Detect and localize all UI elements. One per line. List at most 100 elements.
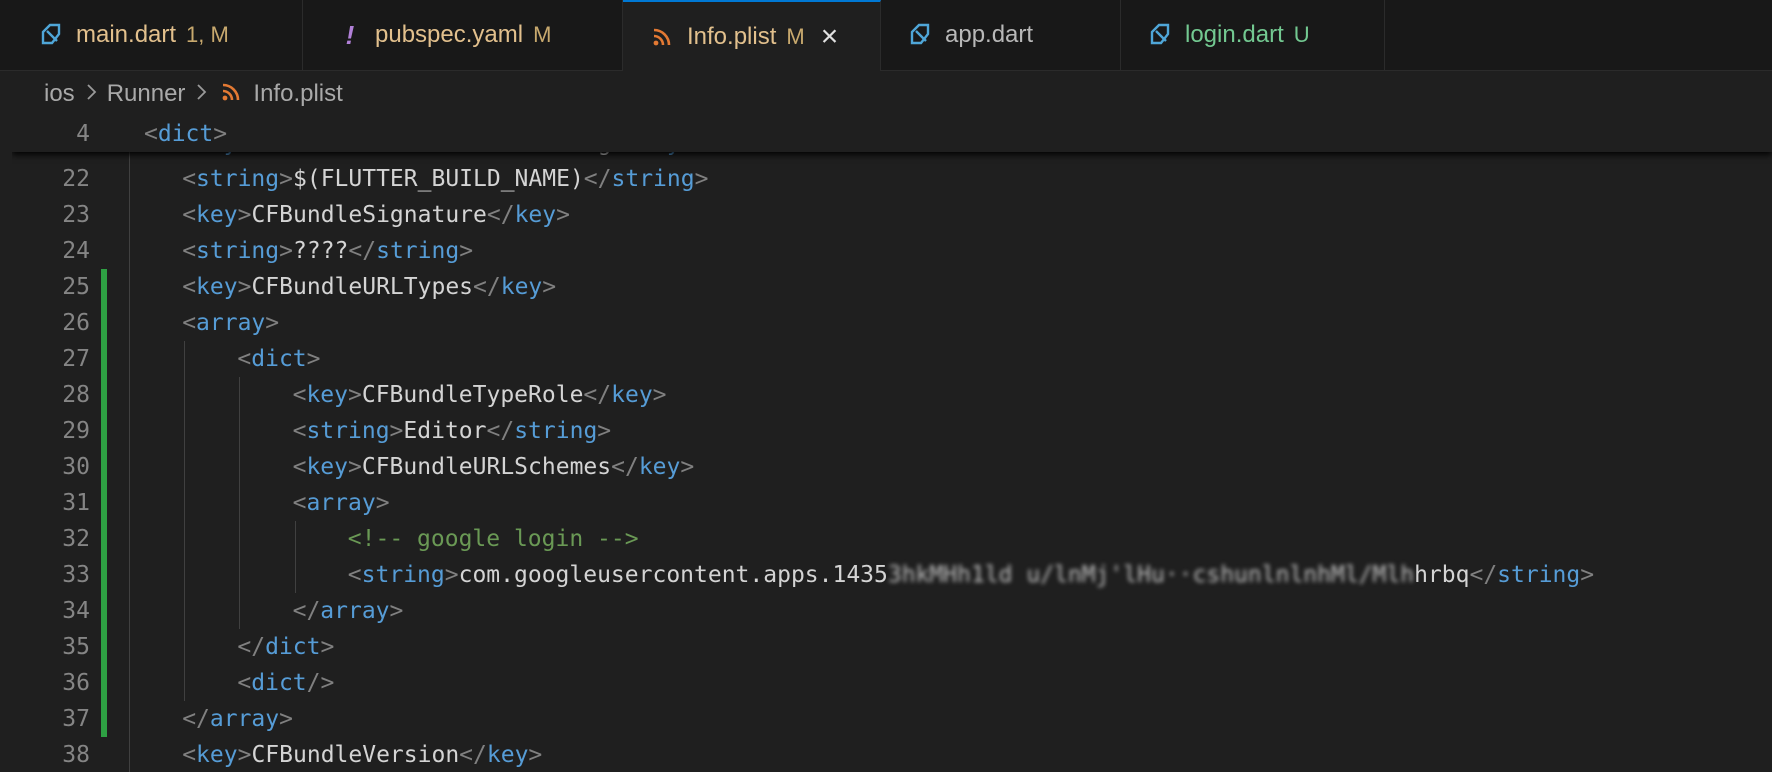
code-token: key [306,382,348,408]
code-line: <dict> [144,121,228,147]
close-icon[interactable]: × [821,21,839,52]
git-modified-indicator[interactable] [101,413,107,449]
tab-main-dart[interactable]: main.dart 1, M [12,0,303,70]
indent-guide [239,557,241,593]
code-token: < [292,490,307,516]
code-token: array [196,310,266,336]
code-token: key [486,742,529,768]
code-token: </ [583,166,612,192]
code-token: array [306,490,376,516]
code-line[interactable]: 33 <string>com.googleusercontent.apps.143… [12,557,1772,593]
tab-app-dart[interactable]: app.dart [881,0,1121,70]
tab-label: Info.plist [687,22,777,50]
git-modified-indicator[interactable] [101,665,107,701]
code-line[interactable]: 22 <string>$(FLUTTER_BUILD_NAME)</string> [12,161,1772,197]
code-token: > [237,274,252,300]
code-token: > [348,454,362,480]
git-modified-indicator[interactable] [101,269,107,305]
code-token: > [237,202,252,228]
rss-icon [649,24,675,50]
indent-guide [184,377,186,413]
code-text: </dict> [237,629,334,665]
code-token: key [196,742,238,768]
chevron-right-icon [85,81,97,107]
code-token: > [1580,562,1595,588]
breadcrumb: ios Runner Info.plist [12,72,1772,116]
indent-guide [294,521,296,557]
code-line[interactable]: 38 <key>CFBundleVersion</key> [12,737,1772,772]
code-token: > [459,238,474,264]
git-modified-indicator[interactable] [101,629,107,665]
code-line[interactable]: 27 <dict> [12,341,1772,377]
git-modified-indicator[interactable] [101,305,107,341]
code-token: key [500,274,543,300]
git-modified-indicator[interactable] [101,341,107,377]
indent-guide [184,485,186,521]
editor-tab-bar: main.dart 1, M ! pubspec.yaml M Info.pli… [0,0,1772,71]
git-modified-indicator[interactable] [101,485,107,521]
code-line[interactable]: 31 <array> [12,485,1772,521]
git-modified-indicator[interactable] [101,557,107,593]
tab-pubspec-yaml[interactable]: ! pubspec.yaml M [303,0,623,70]
breadcrumb-item-ios[interactable]: ios [44,80,75,108]
breadcrumb-item-runner[interactable]: Runner [107,80,186,108]
tab-login-dart[interactable]: login.dart U [1121,0,1385,70]
code-line[interactable]: 30 <key>CFBundleURLSchemes</key> [12,449,1772,485]
code-token: > [556,202,570,228]
code-token: > [348,382,362,408]
code-token: > [279,238,293,264]
code-text: <key>CFBundleURLSchemes</key> [293,449,695,485]
line-number: 28 [62,382,90,408]
tab-info-plist[interactable]: Info.plist M × [623,0,881,71]
indent-guide [184,629,186,665]
code-token: hrbq [1414,562,1470,588]
code-token: string [514,418,598,444]
code-line[interactable]: 28 <key>CFBundleTypeRole</key> [12,377,1772,413]
code-line[interactable]: 26 <array> [12,305,1772,341]
code-line[interactable]: 24 <string>????</string> [12,233,1772,269]
code-text: </array> [182,701,293,737]
code-line[interactable]: 36 <dict/> [12,665,1772,701]
code-token: > [237,742,252,768]
git-modified-indicator[interactable] [101,521,107,557]
code-token: </ [459,742,487,768]
breadcrumb-item-info-plist[interactable]: Info.plist [253,80,342,108]
code-line[interactable]: 34 </array> [12,593,1772,629]
code-token: </ [182,706,210,732]
code-token: string [611,166,695,192]
code-line[interactable]: 32 <!-- google login --> [12,521,1772,557]
tab-label: app.dart [945,21,1034,48]
code-line[interactable]: 35 </dict> [12,629,1772,665]
code-token: < [292,382,307,408]
code-line[interactable]: 23 <key>CFBundleSignature</key> [12,197,1772,233]
git-modified-indicator[interactable] [101,593,107,629]
line-number: 4 [76,121,90,147]
code-token: > [694,166,709,192]
code-line[interactable]: 29 <string>Editor</string> [12,413,1772,449]
vscode-window: main.dart 1, M ! pubspec.yaml M Info.pli… [0,0,1772,772]
line-number: 23 [62,202,90,228]
code-text: <key>CFBundleSignature</key> [182,197,570,233]
indent-guide [184,341,186,377]
sticky-scroll-line[interactable]: 4 <dict> [12,116,1772,152]
code-text: <dict> [237,341,320,377]
indent-guide [184,449,186,485]
git-modified-indicator[interactable] [101,701,107,737]
code-token: CFBundleVersion [251,742,460,768]
git-modified-indicator[interactable] [101,449,107,485]
code-token: <!-- google login --> [347,526,639,552]
code-token: key [196,202,238,228]
git-modified-indicator[interactable] [101,377,107,413]
code-token: string [196,238,280,264]
code-token: com.googleusercontent.apps.1435 [458,562,888,588]
line-number: 35 [62,634,90,660]
rss-icon [221,82,245,106]
code-text: <string>com.googleusercontent.apps.14353… [348,557,1594,593]
code-token: > [306,346,321,372]
code-editor[interactable]: 4 <dict> 21<key>CFBundleShortVersionStri… [12,116,1772,772]
code-line[interactable]: 37 </array> [12,701,1772,737]
code-token: key [196,274,238,300]
tab-label: main.dart [76,21,177,48]
code-line[interactable]: 25 <key>CFBundleURLTypes</key> [12,269,1772,305]
code-token: </ [611,454,639,480]
